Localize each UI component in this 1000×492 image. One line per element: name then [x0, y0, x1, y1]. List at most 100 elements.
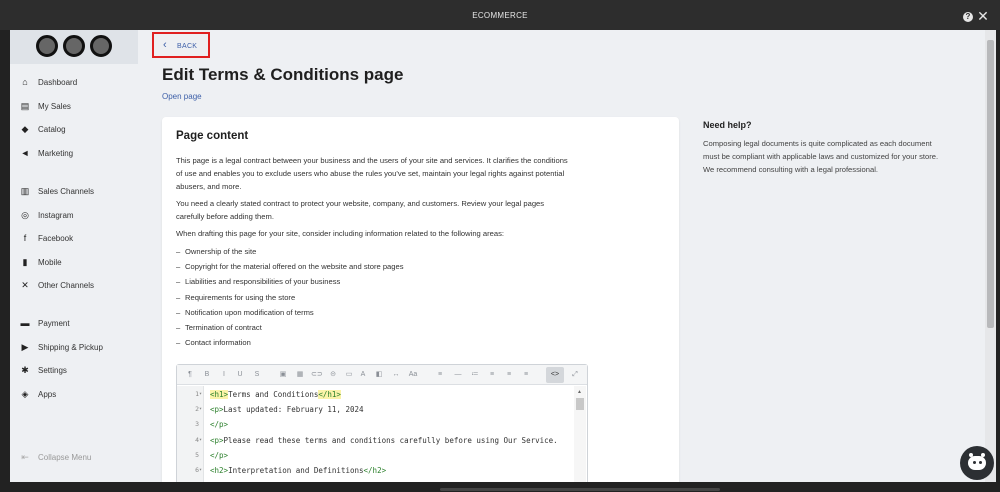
html-editor[interactable]: ¶BIUS▣▦⊂⊃⊝▭A◧↔Aa≡—≔≡≡≡<>⤢ 1▾2▾34▾56▾7▾8▾… [176, 364, 588, 482]
toolbar-button[interactable]: ↔ [391, 370, 401, 380]
page-title: Edit Terms & Conditions page [162, 65, 404, 84]
fold-toggle-icon[interactable]: ▾ [199, 467, 204, 473]
bot-eye-right [979, 461, 982, 464]
page-scroll-thumb[interactable] [987, 40, 994, 328]
help-title: Need help? [703, 120, 752, 130]
list-item: – Contact information [176, 338, 251, 348]
toolbar-button[interactable]: ≡ [521, 370, 531, 380]
toolbar-button[interactable]: ▭ [344, 370, 354, 380]
fold-toggle-icon[interactable]: ▾ [199, 391, 204, 397]
sidebar-item-instagram[interactable]: ◎ Instagram [10, 205, 138, 225]
code-area[interactable]: 1▾2▾34▾56▾7▾8▾ <h1>Terms and Conditions<… [177, 386, 575, 482]
scroll-up-icon[interactable]: ▲ [577, 389, 582, 395]
sidebar-item-facebook[interactable]: f Facebook [10, 228, 138, 248]
contract-paragraph: You need a clearly stated contract to pr… [176, 199, 545, 221]
sidebar-item-label: Instagram [38, 211, 74, 220]
toolbar-button[interactable]: ¶ [185, 370, 195, 380]
bot-eye-left [973, 461, 976, 464]
toolbar-button[interactable]: S [252, 370, 262, 380]
sidebar-item-label: Payment [38, 319, 70, 328]
sidebar-item-mobile[interactable]: ▮ Mobile [10, 252, 138, 272]
sidebar-item-catalog[interactable]: ◆ Catalog [10, 119, 138, 139]
sidebar-item-dashboard[interactable]: ⌂ Dashboard [10, 72, 138, 92]
line-gutter: 1▾2▾34▾56▾7▾8▾ [177, 386, 204, 482]
close-icon[interactable]: ✕ [976, 9, 990, 23]
sidebar-item-label: Facebook [38, 234, 74, 243]
sidebar-item-label: Marketing [38, 149, 74, 158]
collapse-menu-button[interactable]: ⇤ Collapse Menu [10, 447, 138, 467]
toolbar-button[interactable]: ≡ [435, 370, 445, 380]
code-line[interactable]: </p> [210, 451, 228, 460]
toolbar-button[interactable]: ≡ [487, 370, 497, 380]
list-item: – Requirements for using the store [176, 292, 296, 302]
line-number: 4 [195, 435, 199, 444]
line-number: 1 [195, 390, 199, 398]
code-line[interactable]: <p>Last updated: February 11, 2024 [210, 405, 364, 414]
editor-scroll-thumb[interactable] [576, 398, 584, 410]
sidebar-item-my-sales[interactable]: ▤ My Sales [10, 96, 138, 116]
truck-icon: ▶ [21, 342, 29, 352]
chat-bot-button[interactable] [960, 446, 994, 480]
payment-icon: ▬ [20, 318, 30, 328]
page-scrollbar[interactable] [985, 30, 996, 482]
help-icon[interactable]: ? [963, 12, 973, 22]
list-item: – Liabilities and responsibilities of you… [176, 277, 341, 287]
editor-scrollbar[interactable]: ▲ [574, 386, 586, 482]
toolbar-button[interactable]: ▦ [295, 370, 305, 380]
toolbar-button[interactable]: A [358, 370, 368, 380]
code-line[interactable]: <h2>Interpretation and Definitions</h2> [210, 466, 386, 475]
open-page-link[interactable]: Open page [162, 92, 202, 101]
sidebar-item-apps[interactable]: ◈ Apps [10, 384, 138, 404]
line-number: 3 [195, 420, 199, 429]
fullscreen-button[interactable]: ⤢ [570, 370, 580, 380]
drafting-paragraph: When drafting this page for your site, c… [176, 229, 504, 238]
sidebar-item-shipping-pickup[interactable]: ▶ Shipping & Pickup [10, 337, 138, 357]
sidebar-item-label: Dashboard [38, 78, 78, 87]
sidebar-item-settings[interactable]: ✱ Settings [10, 360, 138, 380]
code-line[interactable]: <p>Please read these terms and condition… [210, 436, 558, 445]
sidebar: ⌂ Dashboard ▤ My Sales ◆ Catalog ◄ Marketing ▥ Sa… [10, 30, 138, 482]
fold-toggle-icon[interactable]: ▾ [199, 437, 204, 443]
list-item: – Copyright for the material offered on t… [176, 262, 404, 272]
sidebar-item-label: Apps [38, 390, 57, 399]
list-item: – Notification upon modification of terms [176, 307, 314, 317]
fold-toggle-icon[interactable]: ▾ [199, 406, 204, 412]
sidebar-item-label: Sales Channels [38, 187, 95, 196]
toolbar-button[interactable]: — [453, 370, 463, 380]
bot-icon [968, 456, 986, 470]
line-number: 5 [195, 450, 199, 459]
toolbar-button[interactable]: ▣ [278, 370, 288, 380]
section-heading: Page content [176, 130, 249, 142]
sidebar-item-label: Other Channels [38, 281, 95, 290]
window-title: ECOMMERCE [472, 11, 528, 20]
toolbar-button[interactable]: ⊂⊃ [311, 370, 323, 380]
toolbar-button[interactable]: ≡ [504, 370, 514, 380]
code-line[interactable]: <h1>Terms and Conditions</h1> [210, 390, 341, 399]
toolbar-button[interactable]: ≔ [470, 370, 480, 380]
toolbar-button[interactable]: U [235, 370, 245, 380]
code-line[interactable]: </p> [210, 420, 228, 429]
sidebar-item-payment[interactable]: ▬ Payment [10, 313, 138, 333]
source-code-toggle-button[interactable]: <> [546, 367, 564, 383]
apps-icon: ◈ [21, 389, 29, 399]
toolbar-button[interactable]: B [202, 370, 212, 380]
sidebar-item-sales-channels[interactable]: ▥ Sales Channels [10, 181, 138, 201]
back-button[interactable]: ‹ BACK [152, 32, 210, 58]
sidebar-item-other-channels[interactable]: ✕ Other Channels [10, 275, 138, 295]
toolbar-button[interactable]: Aa [408, 370, 418, 380]
sidebar-item-label: Catalog [38, 125, 66, 134]
toolbar-button[interactable]: ◧ [374, 370, 384, 380]
sidebar-item-marketing[interactable]: ◄ Marketing [10, 143, 138, 163]
megaphone-icon: ◄ [20, 148, 30, 158]
list-item: – Ownership of the site [176, 247, 257, 256]
intro-paragraph: This page is a legal contract between yo… [176, 156, 568, 191]
mobile-icon: ▮ [22, 257, 28, 267]
sidebar-item-label: Mobile [38, 258, 62, 267]
home-icon: ⌂ [22, 77, 28, 87]
toolbar-button[interactable]: ⊝ [328, 370, 338, 380]
horizontal-scroll[interactable] [440, 488, 720, 491]
window-titlebar: ECOMMERCE ? ✕ [0, 0, 1000, 30]
line-number: 2 [195, 405, 199, 414]
sidebar-item-label: Settings [38, 366, 67, 375]
toolbar-button[interactable]: I [219, 370, 229, 380]
